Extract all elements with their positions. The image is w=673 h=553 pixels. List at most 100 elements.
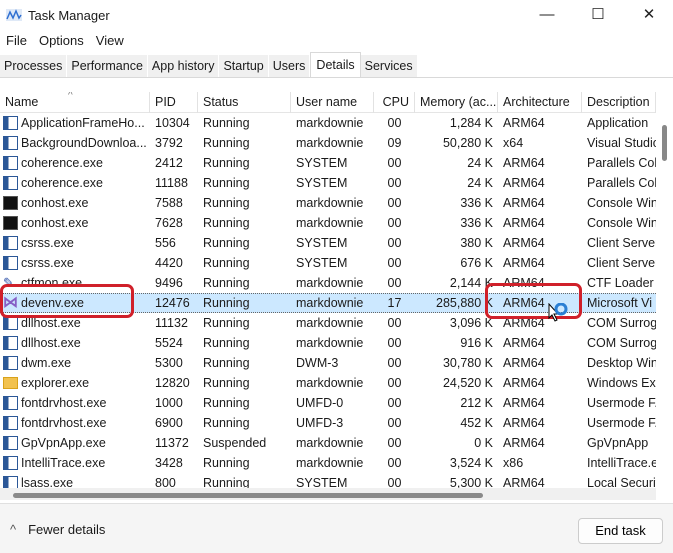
cell-pid: 11188 [155, 176, 188, 190]
tab-services[interactable]: Services [360, 55, 418, 77]
table-row[interactable]: conhost.exe 7628 Running markdownie 00 336 K A… [0, 213, 656, 233]
table-row[interactable]: fontdrvhost.exe 6900 Running UMFD-3 00 452 K A… [0, 413, 656, 433]
cell-mem: 916 K [460, 336, 493, 350]
cell-pid: 4420 [155, 256, 183, 270]
cell-user: markdownie [296, 376, 364, 390]
cell-mem: 212 K [460, 396, 493, 410]
cell-status: Running [203, 296, 250, 310]
minimize-button[interactable]: — [527, 4, 567, 26]
cell-status: Running [203, 316, 250, 330]
cell-mem: 1,284 K [449, 116, 493, 130]
cell-arch: ARM64 [503, 196, 545, 210]
close-button[interactable]: ✕ [629, 4, 669, 26]
cell-user: markdownie [296, 336, 364, 350]
cell-name: IntelliTrace.exe [0, 453, 150, 473]
cell-pid: 2412 [155, 156, 183, 170]
cell-user: markdownie [296, 436, 364, 450]
cell-status: Running [203, 336, 250, 350]
app-process-icon [3, 136, 18, 150]
cell-user: markdownie [296, 456, 364, 470]
busy-cursor-icon [548, 303, 568, 322]
table-row[interactable]: coherence.exe 11188 Running SYSTEM 00 24 K ARM… [0, 173, 656, 193]
cell-desc: Desktop Win [587, 356, 656, 370]
cell-name: dwm.exe [0, 353, 150, 373]
column-architecture[interactable]: Architecture [498, 91, 582, 113]
cell-name: conhost.exe [0, 213, 150, 233]
tab-startup[interactable]: Startup [219, 55, 269, 77]
tab-details[interactable]: Details [310, 52, 361, 77]
cell-mem: 0 K [474, 436, 493, 450]
cell-cpu: 00 [387, 176, 402, 190]
cell-arch: x64 [503, 136, 524, 150]
cell-desc: Client Server [587, 256, 656, 270]
cell-pid: 5524 [155, 336, 183, 350]
table-row[interactable]: GpVpnApp.exe 11372 Suspended markdownie 00 0 … [0, 433, 656, 453]
column-memory[interactable]: Memory (ac... [415, 91, 498, 113]
table-row[interactable]: csrss.exe 556 Running SYSTEM 00 380 K ARM64 Cli… [0, 233, 656, 253]
column-description[interactable]: Description [582, 91, 656, 113]
menu-options[interactable]: Options [33, 31, 90, 51]
cell-desc: Windows Ex [587, 376, 656, 390]
cell-desc: Console Win [587, 216, 656, 230]
menu-view[interactable]: View [90, 31, 130, 51]
table-row[interactable]: BackgroundDownloa... 3792 Running markdowni… [0, 133, 656, 153]
process-name: fontdrvhost.exe [21, 416, 107, 430]
menu-file[interactable]: File [0, 31, 33, 51]
cell-desc: Visual Studio [587, 136, 656, 150]
table-row[interactable]: IntelliTrace.exe 3428 Running markdownie 00 3… [0, 453, 656, 473]
table-row[interactable]: conhost.exe 7588 Running markdownie 00 336 K A… [0, 193, 656, 213]
cell-cpu: 00 [387, 116, 402, 130]
table-row[interactable]: ApplicationFrameHo... 10304 Running markdow… [0, 113, 656, 133]
cell-pid: 11372 [155, 436, 189, 450]
app-process-icon [3, 156, 18, 170]
footer: ^ Fewer details End task [0, 503, 673, 553]
table-row[interactable]: dwm.exe 5300 Running DWM-3 00 30,780 K ARM64 De… [0, 353, 656, 373]
cell-name: csrss.exe [0, 233, 150, 253]
cell-mem: 30,780 K [442, 356, 493, 370]
maximize-button[interactable]: ☐ [578, 4, 618, 26]
end-task-button[interactable]: End task [578, 518, 663, 544]
tab-users[interactable]: Users [268, 55, 311, 77]
cell-mem: 50,280 K [442, 136, 493, 150]
table-row[interactable]: coherence.exe 2412 Running SYSTEM 00 24 K ARM6… [0, 153, 656, 173]
cell-desc: CTF Loader [587, 276, 654, 290]
horizontal-scroll-thumb[interactable] [13, 493, 483, 498]
table-row[interactable]: dllhost.exe 5524 Running markdownie 00 916 K A… [0, 333, 656, 353]
fewer-details-button[interactable]: ^ Fewer details [10, 522, 105, 537]
table-row[interactable]: fontdrvhost.exe 1000 Running UMFD-0 00 212 K A… [0, 393, 656, 413]
cell-user: markdownie [296, 116, 364, 130]
cell-arch: ARM64 [503, 156, 545, 170]
cell-user: markdownie [296, 216, 364, 230]
cell-arch: ARM64 [503, 396, 545, 410]
chevron-up-icon: ^ [10, 522, 17, 537]
sort-ascending-icon: ^ [68, 91, 73, 101]
cell-pid: 9496 [155, 276, 183, 290]
menu-bar: File Options View [0, 31, 130, 51]
cell-status: Running [203, 256, 250, 270]
cell-arch: x86 [503, 456, 524, 470]
cell-cpu: 00 [387, 416, 402, 430]
cell-status: Running [203, 176, 250, 190]
column-user-name[interactable]: User name [291, 91, 374, 113]
process-name: explorer.exe [21, 376, 90, 390]
cell-pid: 7628 [155, 216, 183, 230]
cell-arch: ARM64 [503, 216, 545, 230]
table-row[interactable]: explorer.exe 12820 Running markdownie 00 24,5… [0, 373, 656, 393]
cell-status: Running [203, 276, 250, 290]
cell-cpu: 00 [387, 156, 402, 170]
table-row[interactable]: csrss.exe 4420 Running SYSTEM 00 676 K ARM64 Cl… [0, 253, 656, 273]
cell-status: Running [203, 416, 250, 430]
tab-processes[interactable]: Processes [0, 55, 68, 77]
task-manager-icon [6, 9, 22, 21]
column-cpu[interactable]: CPU [374, 91, 415, 113]
column-status[interactable]: Status [198, 91, 291, 113]
tab-performance[interactable]: Performance [67, 55, 148, 77]
cell-user: SYSTEM [296, 156, 348, 170]
process-name: coherence.exe [21, 156, 104, 170]
cell-desc: Usermode F. [587, 416, 656, 430]
vertical-scroll-thumb[interactable] [662, 125, 667, 161]
column-pid[interactable]: PID [150, 91, 198, 113]
tab-app-history[interactable]: App history [147, 55, 220, 77]
column-name[interactable]: Name ^ [0, 91, 150, 113]
process-name: csrss.exe [21, 236, 74, 250]
